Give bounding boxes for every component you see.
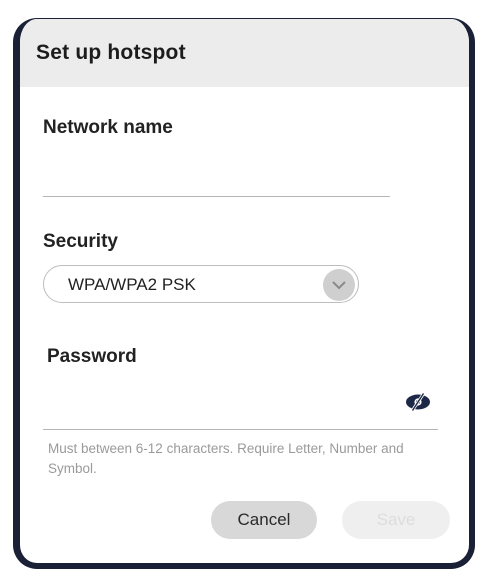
security-selected-value: WPA/WPA2 PSK [68,275,196,294]
eye-off-icon[interactable] [405,391,431,413]
network-name-input[interactable] [43,196,390,197]
network-name-label: Network name [43,117,173,138]
security-label: Security [43,231,118,252]
security-select[interactable]: WPA/WPA2 PSK [43,265,359,303]
chevron-down-icon[interactable] [323,269,355,301]
cancel-button[interactable]: Cancel [211,501,317,539]
password-input[interactable] [43,429,438,430]
save-button[interactable]: Save [342,501,450,539]
dialog-title: Set up hotspot [36,41,186,64]
screen-backdrop: Set up hotspot Network name Security WPA… [0,0,490,576]
hotspot-dialog: Set up hotspot Network name Security WPA… [13,18,475,569]
password-hint: Must between 6-12 characters. Require Le… [48,441,404,476]
dialog-header: Set up hotspot [20,19,469,87]
password-label: Password [47,346,137,367]
